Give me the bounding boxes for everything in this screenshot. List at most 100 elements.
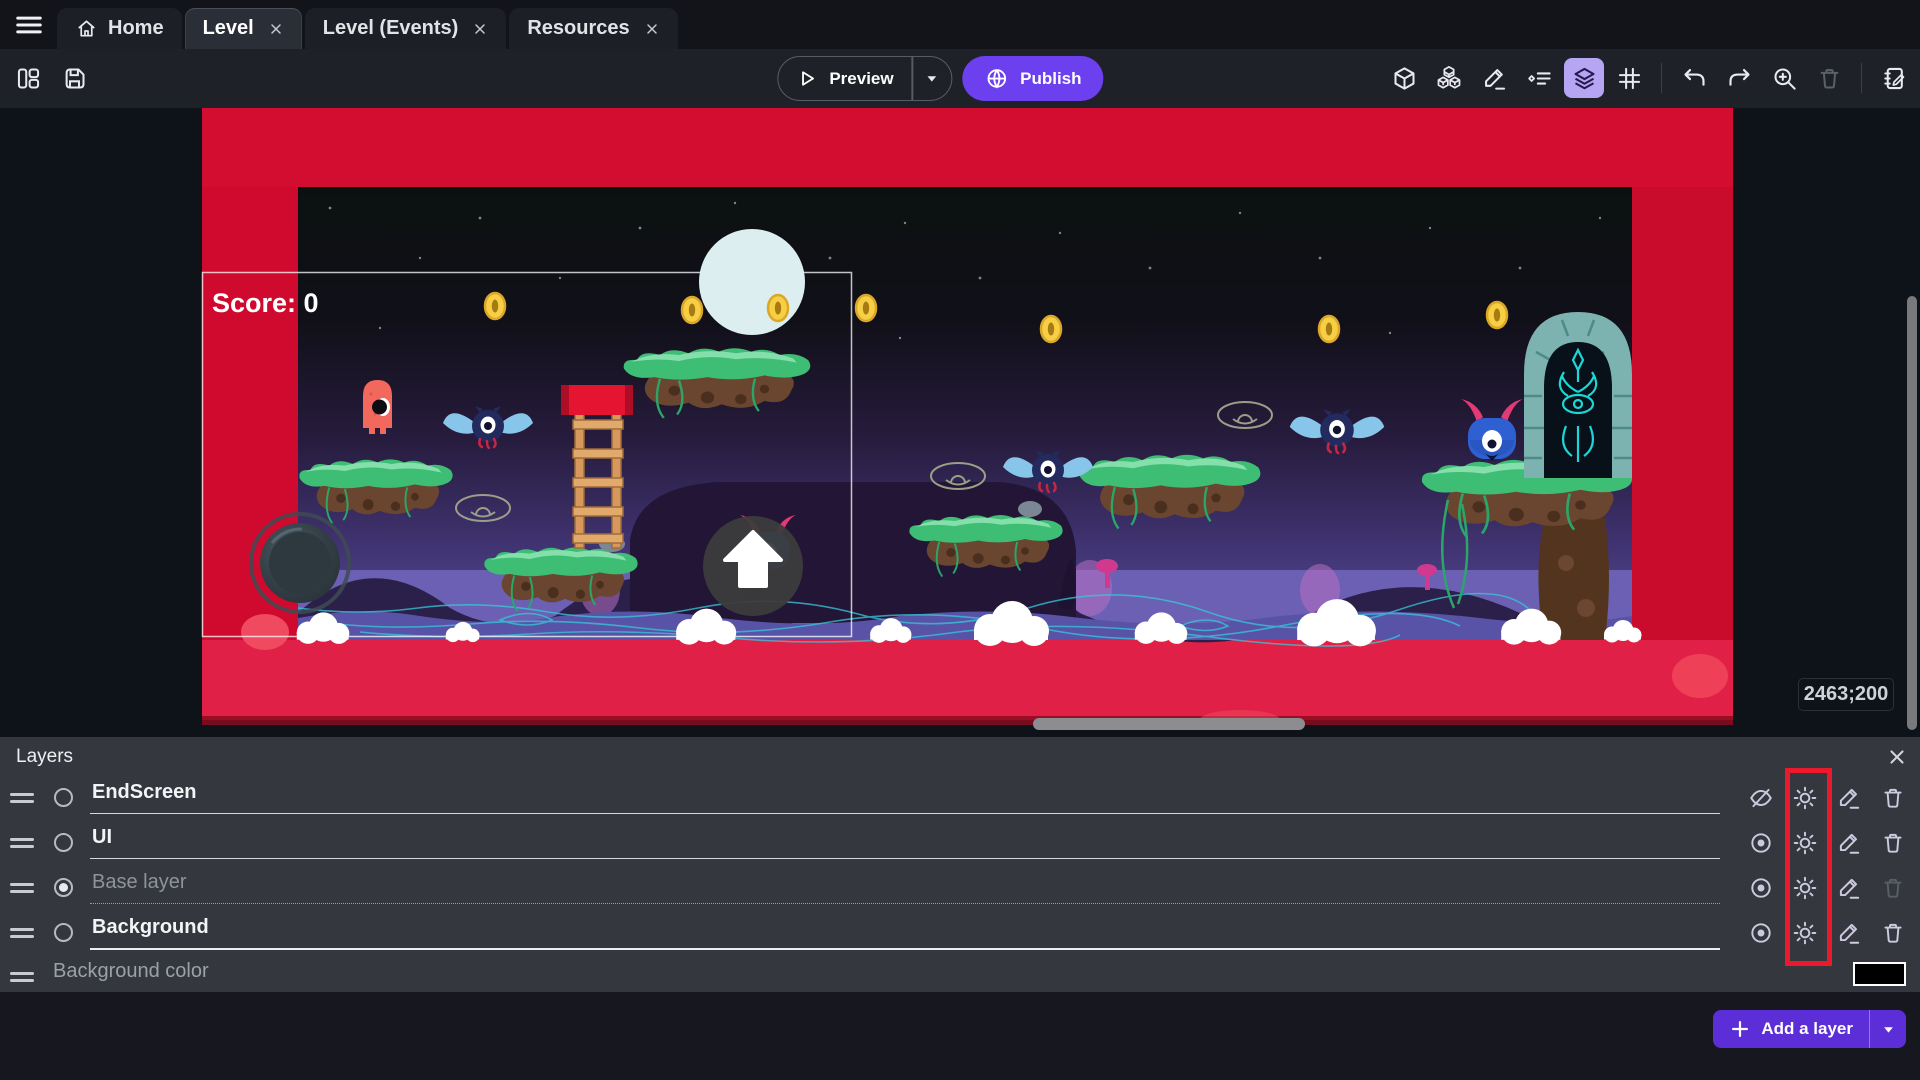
drag-handle-icon[interactable] [10,789,34,807]
joystick-control[interactable] [251,514,349,612]
delete-trash-icon[interactable] [1880,920,1906,946]
close-panel-icon[interactable] [1886,746,1908,768]
grid-icon[interactable] [1609,58,1649,98]
close-tab-icon[interactable] [268,21,284,37]
divider [1861,63,1862,93]
horizontal-scrollbar[interactable] [1033,718,1305,730]
divider [1661,63,1662,93]
background-color-swatch[interactable] [1853,962,1906,986]
lighting-sun-icon[interactable] [1792,920,1818,946]
drag-handle-icon [10,968,34,986]
preview-options-caret[interactable] [913,57,951,100]
jump-button[interactable] [703,516,803,616]
cursor-coordinates-badge: 2463;200 [1798,678,1894,711]
edit-pencil-icon[interactable] [1836,920,1862,946]
panels-icon[interactable] [8,58,48,98]
zoom-in-icon[interactable] [1764,58,1804,98]
door[interactable] [1524,312,1632,478]
layer-radio-selected[interactable] [54,878,73,897]
player-character[interactable] [363,380,392,434]
gdevelop-editor: Home Level Level (Events) Resources [0,0,1920,1080]
edit-pencil-icon[interactable] [1836,830,1862,856]
background-color-label[interactable]: Background color [51,960,1848,995]
lighting-sun-icon[interactable] [1792,875,1818,901]
visibility-on-icon[interactable] [1748,830,1774,856]
layer-name-field[interactable]: Base layer [90,871,1720,904]
layer-row-base-layer: Base layer [0,865,1920,910]
edit-objects-icon[interactable] [1474,58,1514,98]
layer-name-field[interactable]: EndScreen [90,781,1720,814]
add-layer-split-button: Add a layer [1713,1010,1906,1048]
close-tab-icon[interactable] [472,21,488,37]
rock[interactable] [1018,501,1042,517]
coin[interactable] [768,295,788,321]
layer-name-field[interactable]: Background [90,916,1720,950]
3d-box-icon[interactable] [1384,58,1424,98]
coin[interactable] [856,295,876,321]
layer-row-background: Background [0,910,1920,955]
score-text[interactable]: Score: 0 [212,288,319,318]
tab-level[interactable]: Level [185,8,302,49]
coin[interactable] [1319,316,1339,342]
tab-resources[interactable]: Resources [509,8,677,49]
layers-panel: Layers EndScreen UI [0,737,1920,992]
home-icon [75,17,98,40]
visibility-on-icon[interactable] [1748,875,1774,901]
tab-bar: Home Level Level (Events) Resources [0,0,1920,49]
tab-home[interactable]: Home [57,8,182,49]
redo-icon[interactable] [1719,58,1759,98]
coin[interactable] [682,297,702,323]
scene-toolbar: Preview Publish [0,49,1920,108]
preview-button[interactable]: Preview [778,57,911,100]
layer-radio[interactable] [54,923,73,942]
preview-label: Preview [829,69,893,89]
save-icon[interactable] [54,58,94,98]
add-layer-label: Add a layer [1761,1019,1853,1039]
scene-render[interactable]: Score: 0 [0,108,1920,737]
instances-list-icon[interactable] [1519,58,1559,98]
drag-handle-icon[interactable] [10,879,34,897]
publish-label: Publish [1020,69,1081,89]
edit-pencil-icon[interactable] [1836,785,1862,811]
close-tab-icon[interactable] [644,21,660,37]
delete-trash-icon[interactable] [1880,830,1906,856]
scene-properties-icon[interactable] [1874,58,1914,98]
edit-pencil-icon[interactable] [1836,875,1862,901]
drag-handle-icon[interactable] [10,834,34,852]
publish-button[interactable]: Publish [962,56,1103,101]
main-menu-icon[interactable] [12,11,46,39]
tab-home-label: Home [108,17,164,40]
tab-level-events[interactable]: Level (Events) [305,8,507,49]
tab-level-events-label: Level (Events) [323,17,459,40]
vertical-scrollbar[interactable] [1907,296,1917,730]
layer-radio[interactable] [54,833,73,852]
visibility-off-icon[interactable] [1748,785,1774,811]
drag-handle-icon[interactable] [10,924,34,942]
delete-trash-icon[interactable] [1880,785,1906,811]
panel-footer: Add a layer [0,992,1920,1080]
add-layer-button[interactable]: Add a layer [1713,1010,1869,1048]
layer-row-ui: UI [0,820,1920,865]
coin[interactable] [1041,316,1061,342]
preview-split-button: Preview [777,56,952,101]
scene-canvas[interactable]: Score: 0 2463;200 [0,108,1920,737]
layers-icon[interactable] [1564,58,1604,98]
red-block[interactable] [561,385,633,415]
visibility-on-icon[interactable] [1748,920,1774,946]
moon[interactable] [699,229,805,335]
undo-icon[interactable] [1674,58,1714,98]
tab-level-label: Level [203,17,254,40]
trash-icon[interactable] [1809,58,1849,98]
lighting-sun-icon[interactable] [1792,785,1818,811]
coin[interactable] [1487,302,1507,328]
tab-resources-label: Resources [527,17,629,40]
lighting-sun-icon[interactable] [1792,830,1818,856]
layer-name-field[interactable]: UI [90,826,1720,859]
delete-trash-icon-disabled [1880,875,1906,901]
globe-icon [984,66,1009,91]
layer-radio[interactable] [54,788,73,807]
add-layer-options-caret[interactable] [1870,1010,1906,1048]
coin[interactable] [485,293,505,319]
objects-icon[interactable] [1429,58,1469,98]
layer-row-endscreen: EndScreen [0,775,1920,820]
